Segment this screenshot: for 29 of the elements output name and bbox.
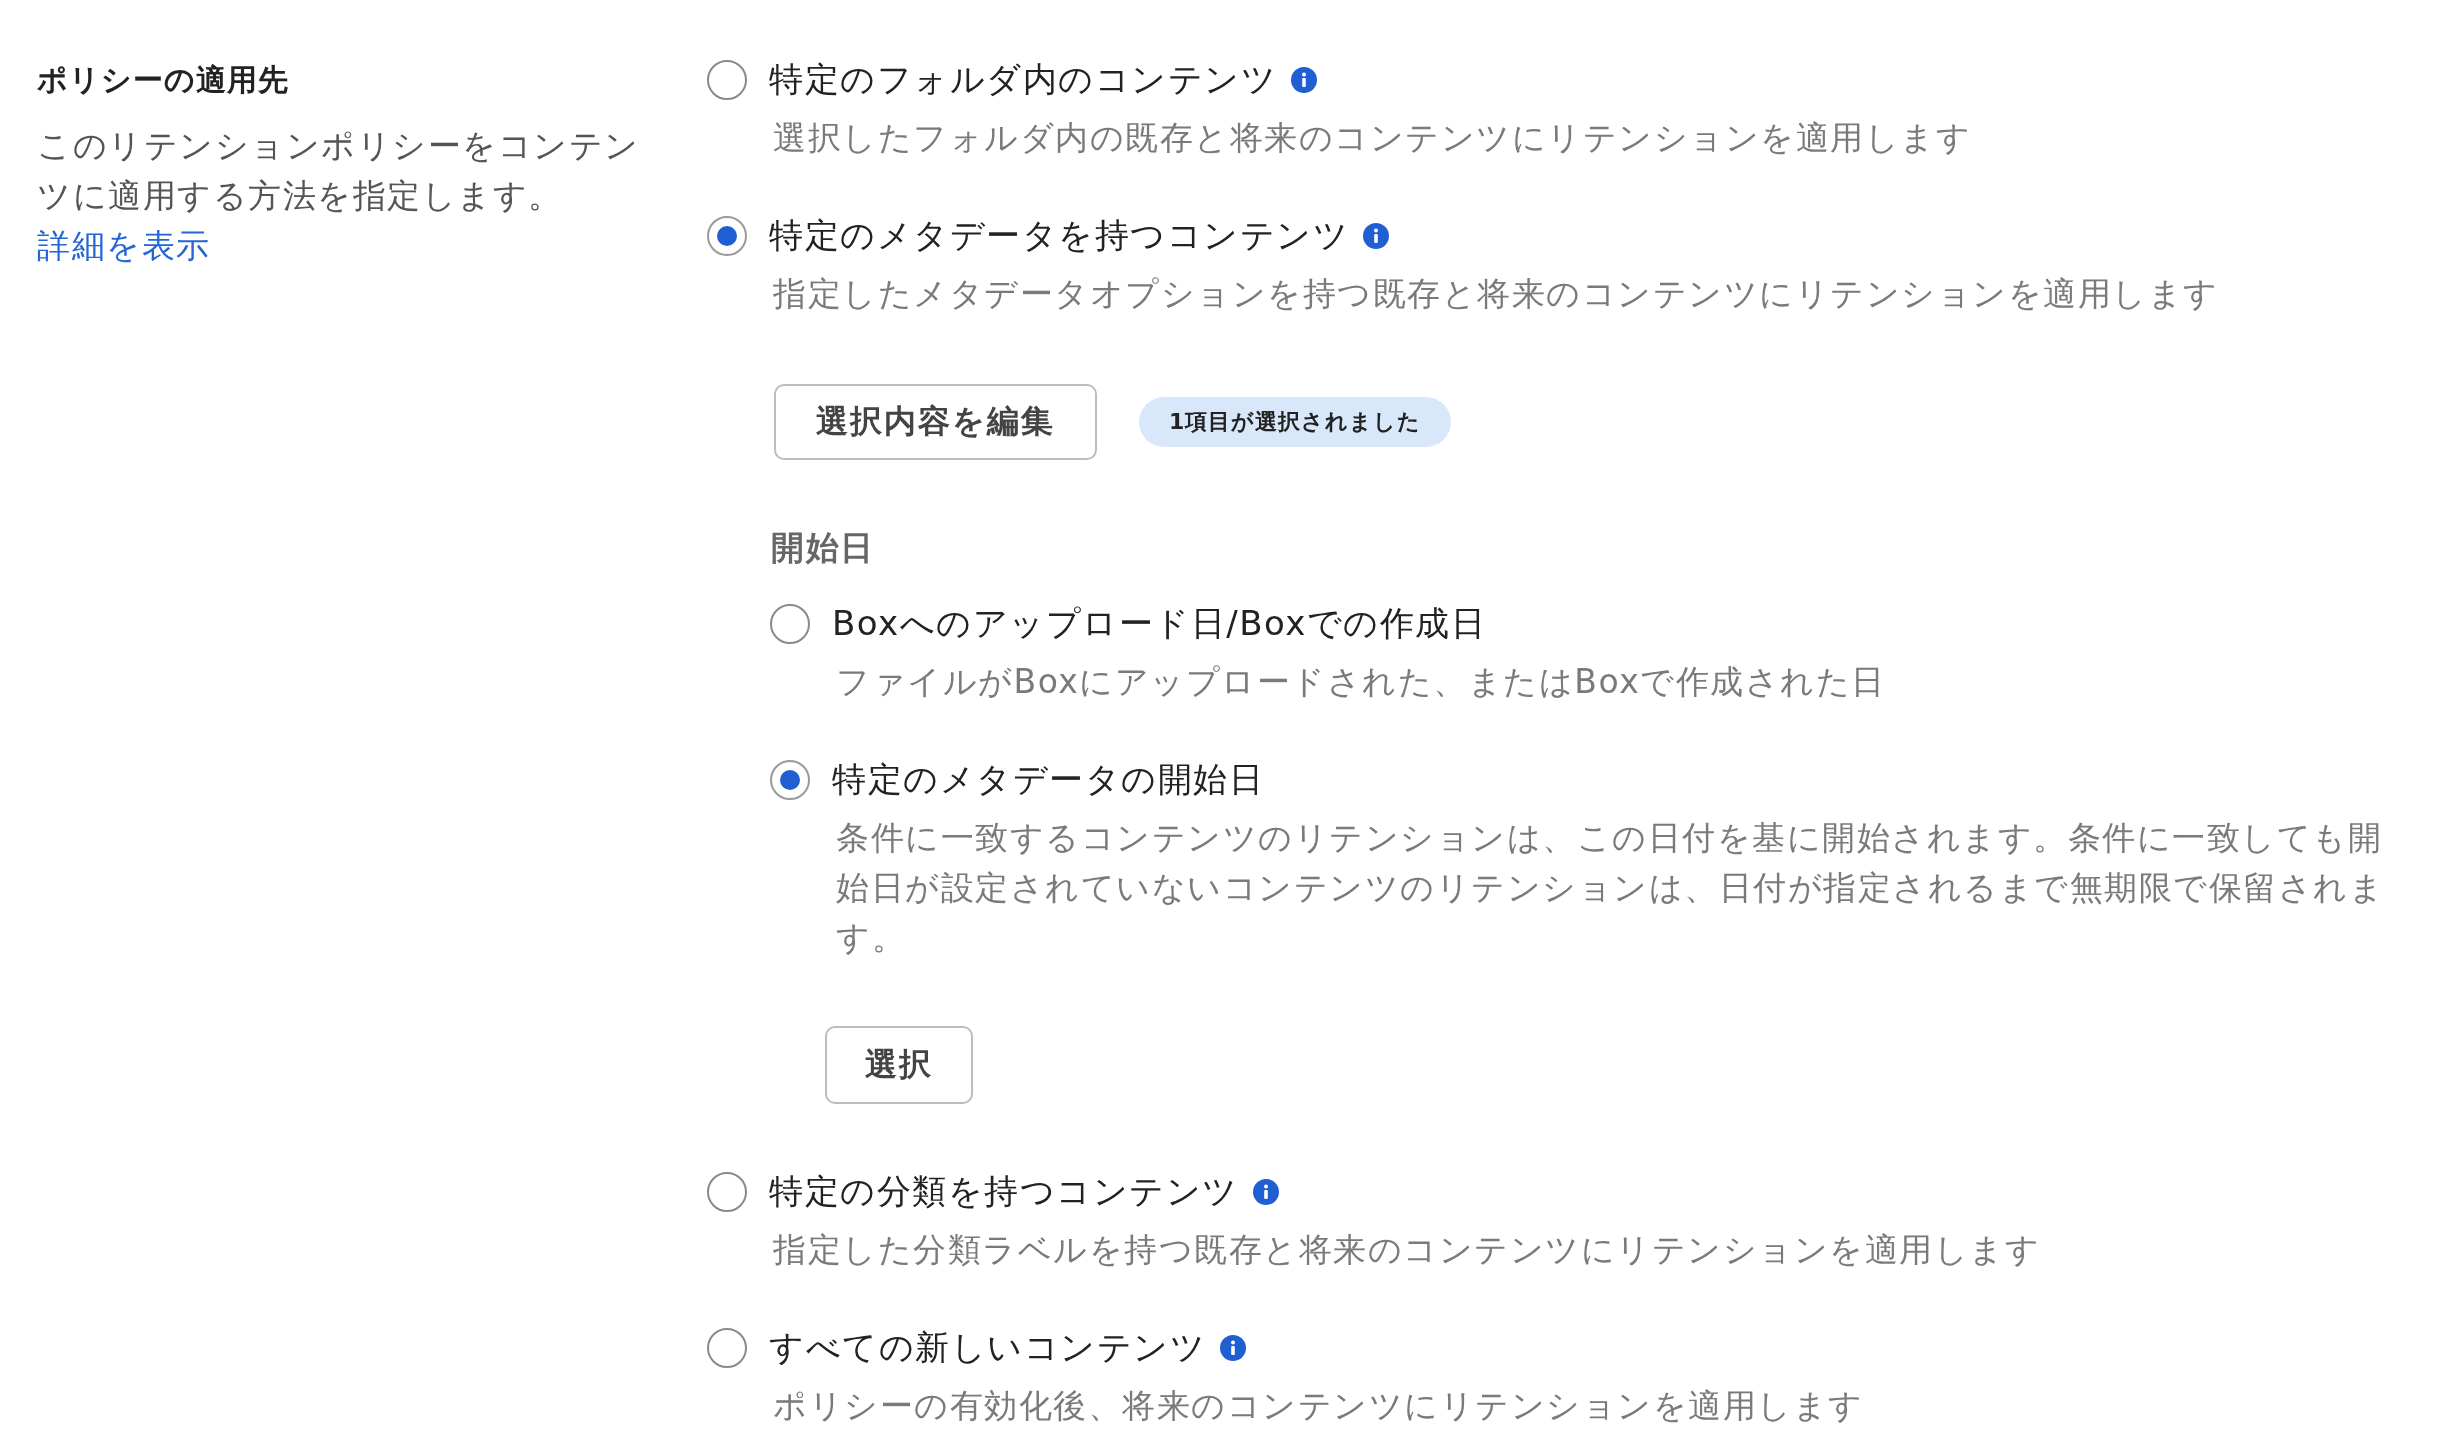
option-label[interactable]: 特定のメタデータの開始日 [832,757,1264,803]
section-description: このリテンションポリシーをコンテンツに適用する方法を指定します。 [37,125,641,217]
radio-button[interactable] [707,60,747,100]
option-label[interactable]: 特定の分類を持つコンテンツ [769,1169,1239,1215]
radio-button[interactable] [707,1172,747,1212]
option-label[interactable]: 特定のフォルダ内のコンテンツ [769,57,1277,103]
select-button[interactable]: 選択 [825,1026,973,1104]
selection-count-badge: 1項目が選択されました [1139,397,1452,447]
option-description: ポリシーの有効化後、将来のコンテンツにリテンションを適用します [773,1385,1865,1427]
radio-button[interactable] [707,1328,747,1368]
option-label[interactable]: Boxへのアップロード日/Boxでの作成日 [832,601,1487,647]
option-description: 選択したフォルダ内の既存と将来のコンテンツにリテンションを適用します [773,117,1972,159]
info-icon[interactable] [1252,1179,1279,1205]
edit-selection-button[interactable]: 選択内容を編集 [774,384,1097,460]
radio-button[interactable] [770,760,810,800]
radio-button[interactable] [707,216,747,256]
radio-button[interactable] [770,604,810,644]
option-label[interactable]: 特定のメタデータを持つコンテンツ [769,213,1349,259]
option-label[interactable]: すべての新しいコンテンツ [769,1325,1206,1371]
info-icon[interactable] [1363,223,1389,249]
option-description: 指定した分類ラベルを持つ既存と将来のコンテンツにリテンションを適用します [773,1229,2041,1271]
details-link[interactable]: 詳細を表示 [37,221,211,271]
option-description: 指定したメタデータオプションを持つ既存と将来のコンテンツにリテンションを適用します [773,273,2220,315]
option-description: 条件に一致するコンテンツのリテンションは、この日付を基に開始されます。条件に一致しても開始日が設定されていないコンテンツのリテンションは、日付が指定されるまで無期限で保留されます。 [836,817,2385,959]
section-title: ポリシーの適用先 [37,61,290,99]
info-icon[interactable] [1220,1335,1246,1361]
info-icon[interactable] [1291,67,1317,93]
option-description: ファイルがBoxにアップロードされた、またはBoxで作成された日 [836,661,1887,703]
start-date-label: 開始日 [771,527,876,569]
